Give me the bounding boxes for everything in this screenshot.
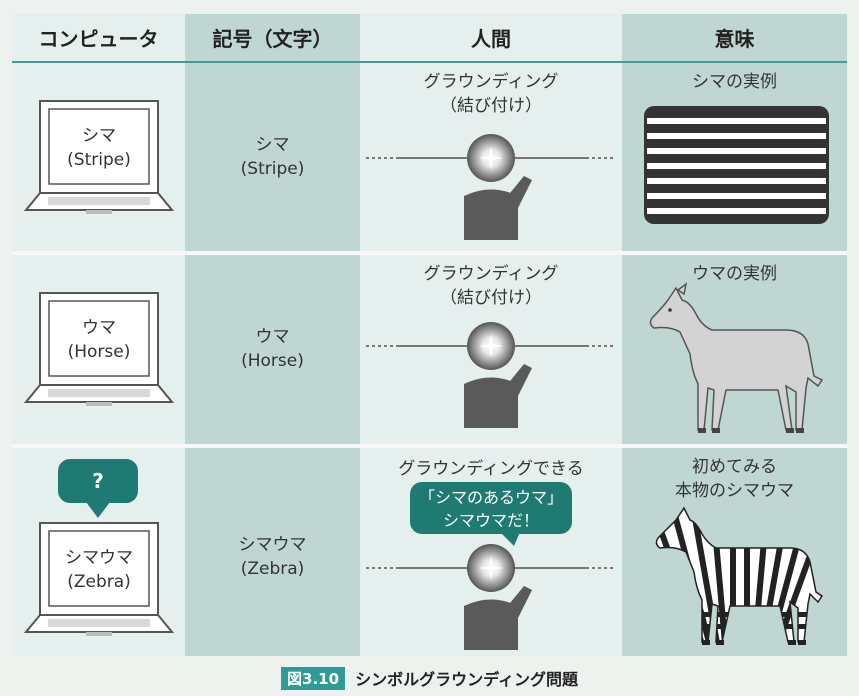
figure-caption: 図3.10 シンボルグラウンディング問題 [0, 666, 859, 690]
question-mark: ? [92, 468, 104, 493]
grounding-label-main: グラウンディング [423, 264, 559, 284]
symbol-label-en: (Stripe) [240, 159, 305, 179]
header-meaning: 意味 [714, 27, 755, 51]
person-icon [366, 322, 616, 428]
computer-label: ウマ (Horse) [49, 316, 149, 364]
meaning-label: 初めてみる 本物のシマウマ [622, 455, 847, 503]
computer-label-jp: シマ [82, 126, 116, 146]
symbol-label: シマ (Stripe) [185, 133, 360, 181]
grounding-label: グラウンディング （結び付け） [360, 262, 622, 310]
header-symbol: 記号（文字） [212, 27, 333, 51]
computer-label-en: (Horse) [67, 342, 131, 362]
header-human: 人間 [471, 27, 511, 51]
person-icon [366, 544, 616, 650]
zebra-image [655, 506, 824, 645]
symbol-label-jp: シマウマ [238, 535, 307, 555]
header-computer: コンピュータ [38, 27, 159, 51]
meaning-label: シマの実例 [692, 72, 777, 92]
row-divider-1 [12, 251, 847, 255]
row-divider-2 [12, 444, 847, 448]
figure: コンピュータ 記号（文字） 人間 意味 シマ (Stripe) シマ (Stri… [0, 0, 859, 696]
computer-label: シマ (Stripe) [49, 124, 149, 172]
speech-bubble-line2: シマウマだ！ [442, 511, 539, 530]
person-icon [366, 134, 616, 240]
computer-label-jp: シマウマ [65, 548, 133, 568]
header-divider [12, 61, 847, 63]
grounding-label-main: グラウンディング [423, 72, 559, 92]
symbol-label: シマウマ (Zebra) [185, 533, 360, 581]
grounding-label: グラウンディングできる [398, 459, 584, 479]
symbol-label-en: (Zebra) [240, 559, 305, 579]
symbol-label-jp: ウマ [255, 327, 290, 347]
question-bubble: ? [58, 459, 138, 503]
computer-label-en: (Zebra) [67, 572, 131, 592]
symbol-label-jp: シマ [255, 135, 290, 155]
grounding-label-sub: （結び付け） [440, 288, 542, 308]
meaning-label-line1: 初めてみる [692, 457, 777, 477]
computer-label: シマウマ (Zebra) [49, 546, 149, 594]
symbol-label-en: (Horse) [241, 351, 304, 371]
computer-label-jp: ウマ [82, 318, 116, 338]
speech-bubble-line1: 「シマのあるウマ」 [418, 488, 563, 507]
symbol-label: ウマ (Horse) [185, 325, 360, 373]
grounding-label: グラウンディング （結び付け） [360, 70, 622, 118]
grounding-label-sub: （結び付け） [440, 96, 542, 116]
figure-number: 図3.10 [281, 666, 346, 690]
question-bubble-tail [86, 502, 110, 518]
computer-label-en: (Stripe) [67, 150, 131, 170]
figure-title: シンボルグラウンディング問題 [355, 670, 578, 689]
stripe-image [644, 106, 829, 224]
horse-image [649, 282, 824, 433]
speech-bubble: 「シマのあるウマ」 シマウマだ！ [410, 482, 572, 534]
